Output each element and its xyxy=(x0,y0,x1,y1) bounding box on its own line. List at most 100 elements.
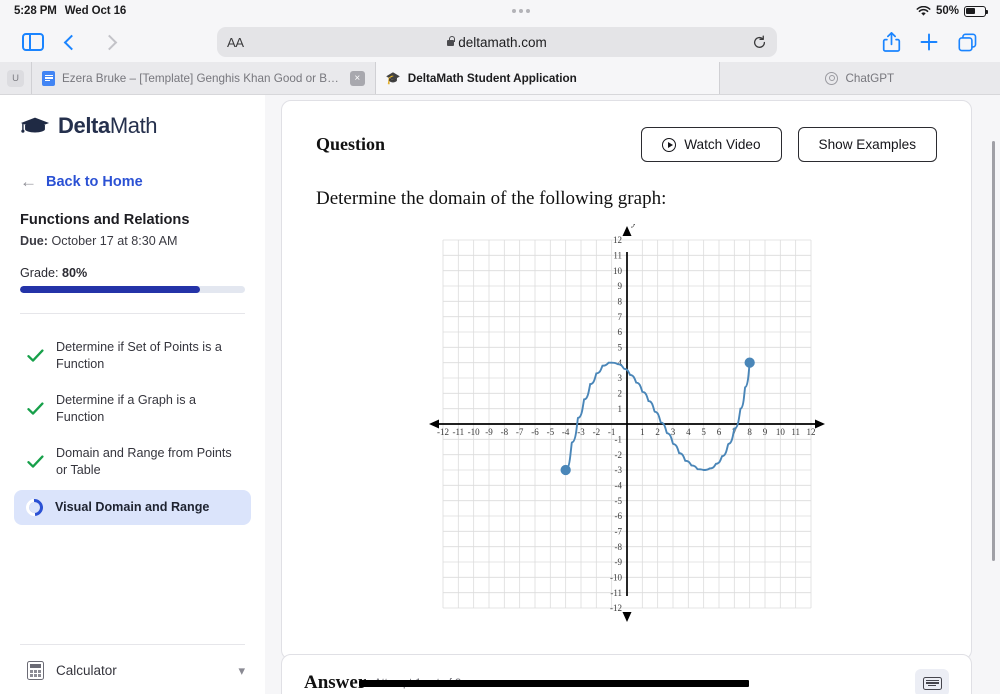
svg-text:-12: -12 xyxy=(437,427,449,437)
svg-text:-12: -12 xyxy=(610,603,622,613)
question-card: Question Watch Video Show Examples Deter… xyxy=(281,100,972,660)
assignment-due: Due: October 17 at 8:30 AM xyxy=(0,234,265,248)
task-label: Determine if a Graph is a Function xyxy=(56,393,196,424)
svg-text:-6: -6 xyxy=(531,427,539,437)
calculator-icon xyxy=(27,661,44,680)
status-time: 5:28 PM xyxy=(14,5,57,17)
reload-icon[interactable] xyxy=(752,34,767,50)
page-body: DeltaMath ← Back to Home Functions and R… xyxy=(0,95,1000,694)
coordinate-graph: -12 -11 -10 -9 -8 -7 -6 -5 -4 -3 -2 -1 1 2 3 4 5 6 7 8 9 10 11… xyxy=(428,224,825,622)
task-item-1[interactable]: Determine if Set of Points is a Function xyxy=(14,330,251,381)
svg-text:8: 8 xyxy=(617,297,622,307)
show-examples-label: Show Examples xyxy=(818,137,916,152)
svg-text:-4: -4 xyxy=(614,481,622,491)
svg-text:5: 5 xyxy=(701,427,706,437)
forward-button[interactable] xyxy=(90,26,128,58)
status-center-dots xyxy=(126,9,916,13)
check-icon xyxy=(26,453,44,471)
back-to-home-link[interactable]: ← Back to Home xyxy=(0,173,265,190)
tablet-screen: 5:28 PM Wed Oct 16 50% AA deltamath.com … xyxy=(0,0,1000,694)
svg-text:2: 2 xyxy=(655,427,660,437)
deltamath-logo[interactable]: DeltaMath xyxy=(0,113,265,139)
status-date: Wed Oct 16 xyxy=(64,5,127,17)
tab-deltamath[interactable]: 🎓 DeltaMath Student Application xyxy=(375,62,720,94)
task-item-3[interactable]: Domain and Range from Points or Table xyxy=(14,436,251,487)
svg-text:1: 1 xyxy=(617,404,622,414)
share-button[interactable] xyxy=(872,26,910,58)
dots-icon xyxy=(512,9,531,13)
svg-text:-3: -3 xyxy=(614,465,622,475)
question-prompt: Determine the domain of the following gr… xyxy=(316,188,667,209)
profile-button[interactable]: U xyxy=(0,62,32,94)
svg-text:3: 3 xyxy=(670,427,675,437)
task-label: Determine if Set of Points is a Function xyxy=(56,340,222,371)
svg-text:12: 12 xyxy=(806,427,815,437)
task-item-2[interactable]: Determine if a Graph is a Function xyxy=(14,383,251,434)
sidebar: DeltaMath ← Back to Home Functions and R… xyxy=(0,95,265,694)
watch-video-button[interactable]: Watch Video xyxy=(641,127,782,162)
svg-text:-8: -8 xyxy=(500,427,508,437)
tab-chatgpt[interactable]: ChatGPT xyxy=(720,62,1000,94)
plus-icon xyxy=(920,33,938,51)
svg-text:-5: -5 xyxy=(546,427,554,437)
svg-text:7: 7 xyxy=(617,312,622,322)
svg-text:3: 3 xyxy=(617,373,622,383)
tabs-overview-button[interactable] xyxy=(948,26,986,58)
url-display: deltamath.com xyxy=(217,35,777,50)
svg-text:-8: -8 xyxy=(614,542,622,552)
redaction-bar xyxy=(359,679,749,687)
graduation-cap-icon xyxy=(20,117,50,133)
task-item-4[interactable]: Visual Domain and Range xyxy=(14,489,251,525)
svg-text:10: 10 xyxy=(775,427,785,437)
svg-text:12: 12 xyxy=(613,235,622,245)
svg-text:-2: -2 xyxy=(614,450,622,460)
battery-percent: 50% xyxy=(935,5,959,17)
battery-icon xyxy=(964,5,989,17)
chevron-down-icon: ▾ xyxy=(238,662,245,678)
due-label: Due: xyxy=(20,234,48,248)
answer-label: Answer xyxy=(304,672,367,693)
assignment-title: Functions and Relations xyxy=(20,212,190,228)
svg-text:-9: -9 xyxy=(485,427,493,437)
chatgpt-icon xyxy=(825,71,839,85)
new-tab-button[interactable] xyxy=(910,26,948,58)
keyboard-icon xyxy=(922,676,942,690)
grade-progress xyxy=(0,286,265,293)
chevron-right-icon xyxy=(101,34,117,50)
keyboard-button[interactable] xyxy=(915,669,949,694)
browser-toolbar: AA deltamath.com xyxy=(0,22,1000,62)
google-docs-icon xyxy=(42,70,55,86)
vertical-scrollbar[interactable] xyxy=(991,141,995,561)
task-list: Determine if Set of Points is a Function… xyxy=(0,330,265,525)
svg-text:-1: -1 xyxy=(614,435,622,445)
svg-text:8: 8 xyxy=(747,427,752,437)
text-size-button[interactable]: AA xyxy=(227,35,244,50)
svg-text:-11: -11 xyxy=(610,588,622,598)
chevron-left-icon xyxy=(63,34,79,50)
svg-text:2: 2 xyxy=(617,389,622,399)
svg-text:6: 6 xyxy=(617,327,622,337)
grade-label: Grade: xyxy=(20,266,62,280)
tab-label: ChatGPT xyxy=(845,71,895,85)
close-icon[interactable]: × xyxy=(349,70,365,86)
svg-text:-2: -2 xyxy=(592,427,600,437)
task-label: Visual Domain and Range xyxy=(55,499,210,514)
back-button[interactable] xyxy=(52,26,90,58)
graph-container: -12 -11 -10 -9 -8 -7 -6 -5 -4 -3 -2 -1 1 2 3 4 5 6 7 8 9 10 11… xyxy=(316,224,937,624)
show-examples-button[interactable]: Show Examples xyxy=(797,127,937,162)
address-bar[interactable]: AA deltamath.com xyxy=(217,27,777,57)
svg-text:11: 11 xyxy=(613,251,622,261)
svg-text:11: 11 xyxy=(791,427,800,437)
calculator-button[interactable]: Calculator ▾ xyxy=(0,645,265,680)
svg-text:-10: -10 xyxy=(467,427,479,437)
tab-google-docs[interactable]: Ezera Bruke – [Template] Genghis Khan Go… xyxy=(32,62,376,94)
svg-text:6: 6 xyxy=(716,427,721,437)
svg-text:10: 10 xyxy=(613,266,623,276)
grade-row: Grade: 80% xyxy=(0,266,265,280)
tab-label: Ezera Bruke – [Template] Genghis Khan Go… xyxy=(62,71,341,85)
question-actions: Watch Video Show Examples xyxy=(641,127,937,162)
sidebar-toggle-button[interactable] xyxy=(14,26,52,58)
toolbar-right-buttons xyxy=(872,26,986,58)
logo-bold: Delta xyxy=(58,113,110,138)
